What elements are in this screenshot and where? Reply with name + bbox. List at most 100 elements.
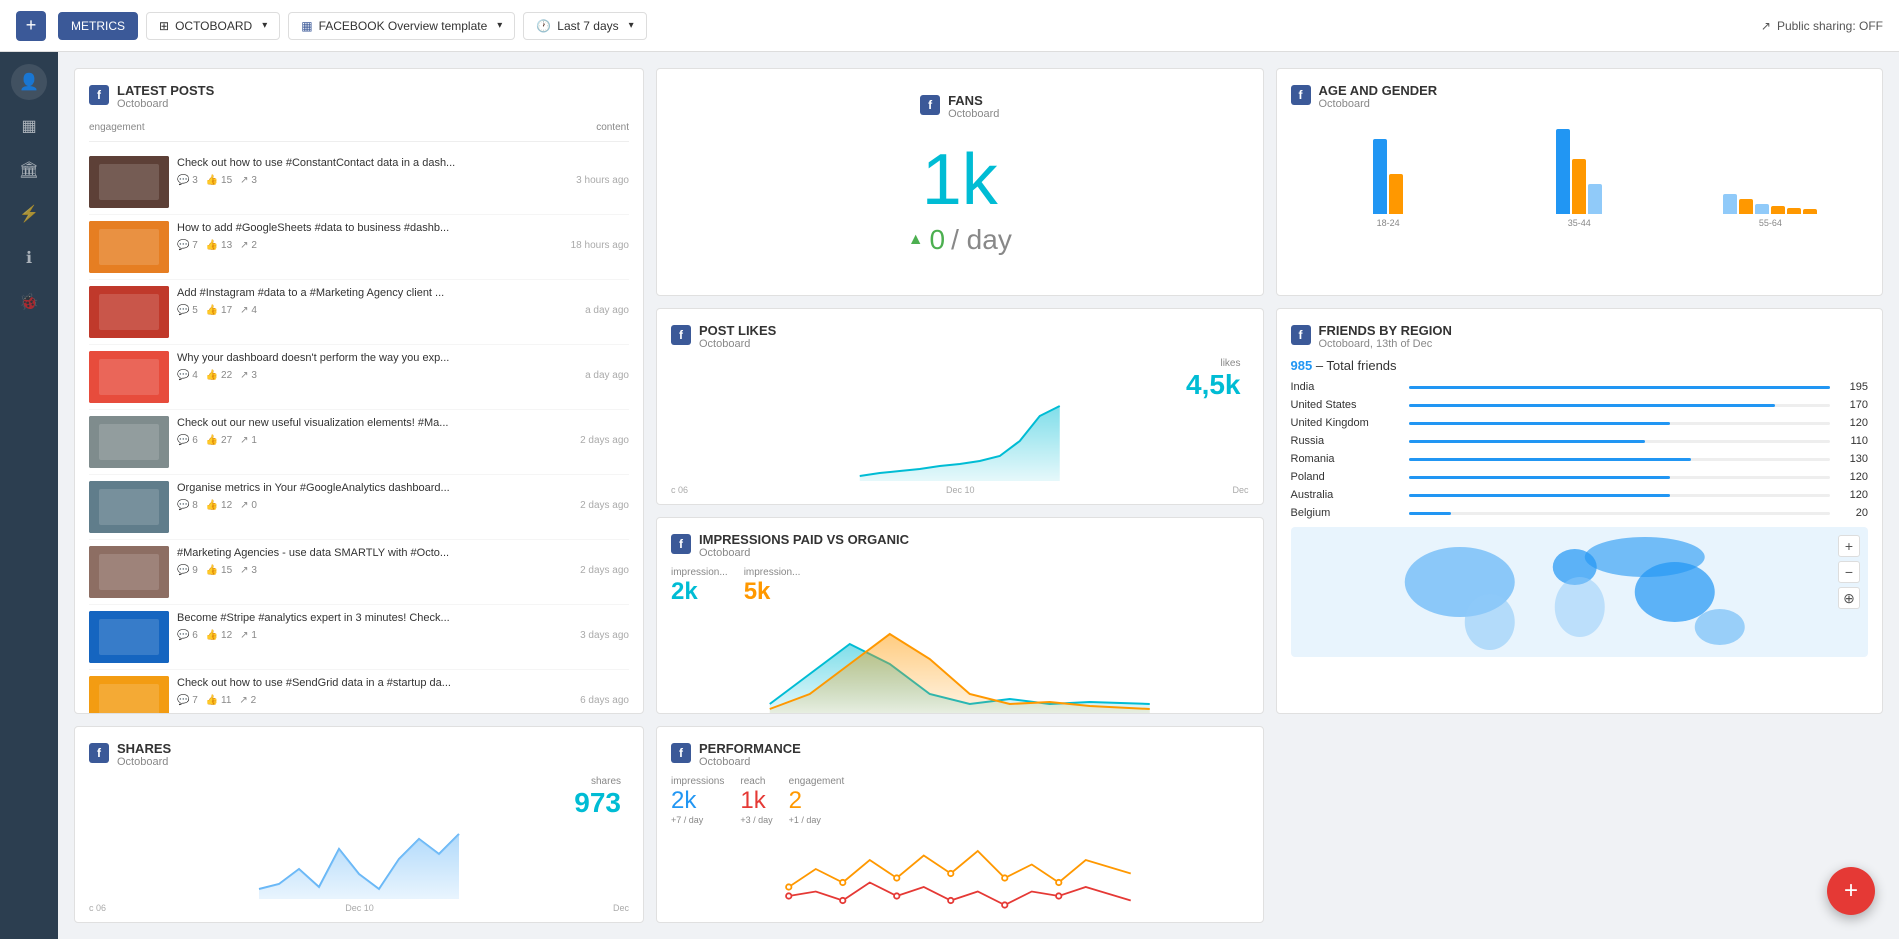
fans-per-day: / day — [951, 224, 1012, 256]
add-fab-button[interactable]: + — [1827, 867, 1875, 915]
imp-organic-label: impression... — [744, 567, 801, 578]
col-engagement: engagement — [89, 122, 145, 133]
octoboard-button[interactable]: ⊞ OCTOBOARD ▾ — [146, 12, 280, 40]
list-item: United States 170 — [1291, 399, 1869, 411]
post-shares: ↗ 4 — [240, 305, 257, 316]
list-item[interactable]: Add #Instagram #data to a #Marketing Age… — [89, 280, 629, 345]
bar-55-64-c — [1755, 204, 1769, 214]
zoom-out-button[interactable]: − — [1838, 561, 1860, 583]
shares-chart-labels: c 06 Dec 10 Dec — [89, 903, 629, 913]
sidebar-item-bug[interactable]: 🐞 — [11, 284, 47, 320]
shares-chart — [89, 819, 629, 899]
facebook-icon-age: f — [1291, 85, 1311, 105]
post-title: #Marketing Agencies - use data SMARTLY w… — [177, 546, 629, 561]
region-count: 170 — [1838, 399, 1868, 411]
impressions-subtitle: Octoboard — [699, 547, 909, 559]
fbr-subtitle: Octoboard, 13th of Dec — [1319, 338, 1452, 350]
post-comments: 💬 4 — [177, 370, 198, 381]
likes-date-mid: Dec 10 — [946, 485, 975, 495]
post-likes: 👍 22 — [206, 370, 232, 381]
share-label: Public sharing: OFF — [1777, 19, 1883, 33]
post-likes: 👍 13 — [206, 240, 232, 251]
date-button[interactable]: 🕐 Last 7 days ▾ — [523, 12, 646, 40]
list-item[interactable]: Check out how to use #ConstantContact da… — [89, 150, 629, 215]
sidebar-item-dashboard[interactable]: ▦ — [11, 108, 47, 144]
post-likes: 👍 11 — [206, 695, 232, 706]
list-item[interactable]: Check out how to use #SendGrid data in a… — [89, 670, 629, 714]
facebook-icon-fans: f — [920, 95, 940, 115]
post-title: Check out our new useful visualization e… — [177, 416, 629, 431]
sidebar-item-bolt[interactable]: ⚡ — [11, 196, 47, 232]
age-gender-subtitle: Octoboard — [1319, 98, 1438, 110]
facebook-icon-likes: f — [671, 325, 691, 345]
plus-button[interactable]: + — [16, 11, 46, 41]
imp-organic: impression... 5k — [744, 567, 801, 606]
post-title: How to add #GoogleSheets #data to busine… — [177, 221, 629, 236]
region-bar-wrap — [1409, 386, 1831, 389]
sidebar-item-profile[interactable]: 👤 — [11, 64, 47, 100]
post-shares: ↗ 1 — [240, 630, 257, 641]
sidebar-item-info[interactable]: ℹ — [11, 240, 47, 276]
template-button[interactable]: ▦ FACEBOOK Overview template ▾ — [288, 12, 515, 40]
region-name: Poland — [1291, 471, 1401, 483]
region-name: Russia — [1291, 435, 1401, 447]
post-info: Add #Instagram #data to a #Marketing Age… — [177, 286, 629, 316]
region-bar — [1409, 512, 1451, 515]
post-likes-title: POST LIKES — [699, 323, 776, 338]
list-item: United Kingdom 120 — [1291, 417, 1869, 429]
region-count: 110 — [1838, 435, 1868, 447]
bar-18-24-female — [1389, 174, 1403, 214]
sidebar-item-bank[interactable]: 🏛 — [11, 152, 47, 188]
list-item[interactable]: Become #Stripe #analytics expert in 3 mi… — [89, 605, 629, 670]
dashboard-icon: ⊞ — [159, 19, 169, 33]
chevron-down-icon2: ▾ — [497, 20, 502, 31]
latest-posts-card: f LATEST POSTS Octoboard engagement cont… — [74, 68, 644, 714]
impressions-card: f IMPRESSIONS PAID VS ORGANIC Octoboard … — [656, 517, 1264, 714]
list-item: Belgium 20 — [1291, 507, 1869, 519]
map-locate-button[interactable]: ⊕ — [1838, 587, 1860, 609]
post-meta: 💬 9 👍 15 ↗ 3 — [177, 565, 257, 576]
region-bar — [1409, 494, 1670, 497]
list-item[interactable]: Check out our new useful visualization e… — [89, 410, 629, 475]
region-count: 195 — [1838, 381, 1868, 393]
fbr-title: FRIENDS BY REGION — [1319, 323, 1452, 338]
shares-date-mid: Dec 10 — [345, 903, 374, 913]
post-thumbnail — [89, 351, 169, 403]
fans-title: FANS — [948, 93, 999, 108]
post-time: 2 days ago — [580, 435, 629, 446]
impressions-title: IMPRESSIONS PAID VS ORGANIC — [699, 532, 909, 547]
post-meta: 💬 7 👍 11 ↗ 2 — [177, 695, 256, 706]
list-item: Poland 120 — [1291, 471, 1869, 483]
list-item[interactable]: #Marketing Agencies - use data SMARTLY w… — [89, 540, 629, 605]
metrics-button[interactable]: METRICS — [58, 12, 138, 40]
performance-line-chart — [671, 833, 1249, 923]
posts-list: Check out how to use #ConstantContact da… — [89, 150, 629, 714]
share-button[interactable]: ↗ Public sharing: OFF — [1761, 19, 1883, 33]
post-title: Become #Stripe #analytics expert in 3 mi… — [177, 611, 629, 626]
imp-paid-label: impression... — [671, 567, 728, 578]
post-likes: 👍 27 — [206, 435, 232, 446]
chevron-down-icon3: ▾ — [629, 20, 634, 31]
post-likes: 👍 12 — [206, 630, 232, 641]
perf-eng-val: 2 — [789, 787, 845, 815]
post-likes: 👍 15 — [206, 175, 232, 186]
facebook-icon-perf: f — [671, 743, 691, 763]
post-info: Check out our new useful visualization e… — [177, 416, 629, 446]
perf-imp-sub: +7 / day — [671, 815, 724, 825]
region-bar — [1409, 458, 1691, 461]
shares-subtitle: Octoboard — [117, 756, 171, 768]
post-likes-label: likes — [671, 358, 1241, 369]
post-meta: 💬 6 👍 27 ↗ 1 — [177, 435, 257, 446]
list-item[interactable]: Why your dashboard doesn't perform the w… — [89, 345, 629, 410]
list-item[interactable]: Organise metrics in Your #GoogleAnalytic… — [89, 475, 629, 540]
post-info: Become #Stripe #analytics expert in 3 mi… — [177, 611, 629, 641]
fbr-total-label: – Total friends — [1316, 358, 1397, 373]
shares-date-end: Dec — [613, 903, 629, 913]
shares-title: SHARES — [117, 741, 171, 756]
list-item[interactable]: How to add #GoogleSheets #data to busine… — [89, 215, 629, 280]
post-comments: 💬 7 — [177, 240, 198, 251]
imp-organic-val: 5k — [744, 578, 801, 606]
shares-card: f SHARES Octoboard shares 973 c 06 Dec 1… — [74, 726, 644, 923]
bar-55-64-e — [1787, 208, 1801, 214]
zoom-in-button[interactable]: + — [1838, 535, 1860, 557]
